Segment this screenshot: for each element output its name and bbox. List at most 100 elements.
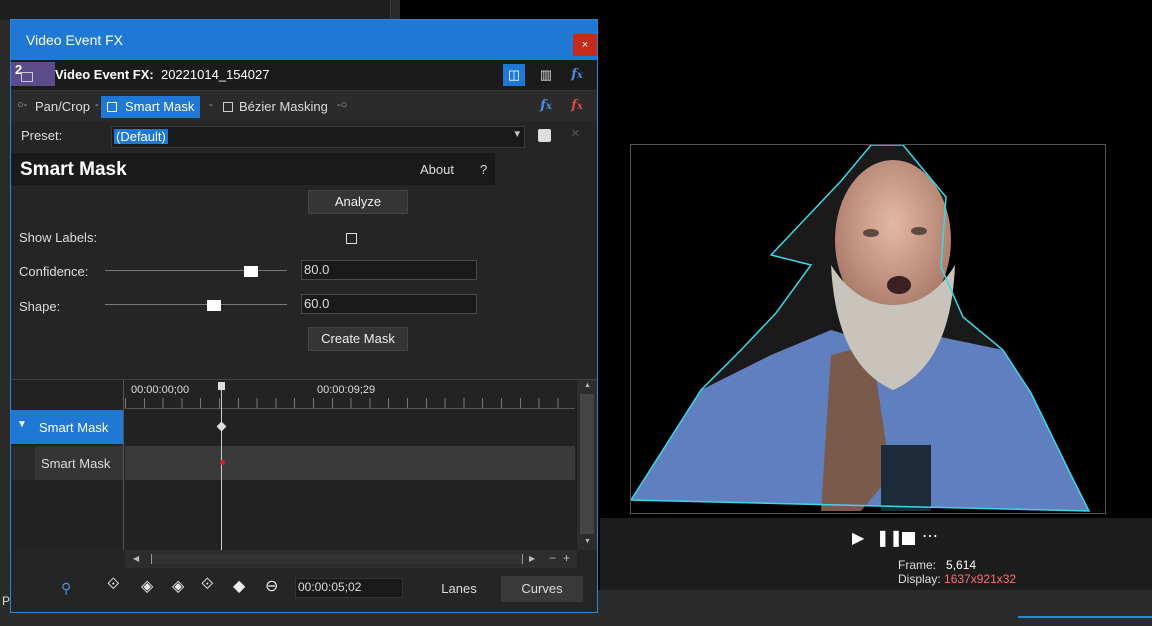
close-button[interactable]: × bbox=[573, 34, 597, 56]
shape-input[interactable]: 60.0 bbox=[301, 294, 477, 314]
track-main-label: Smart Mask bbox=[39, 420, 109, 435]
frame-label: Frame: bbox=[898, 558, 937, 572]
playhead[interactable] bbox=[221, 386, 222, 550]
status-text: P bbox=[2, 594, 11, 608]
track-divider bbox=[123, 380, 124, 550]
pause-icon[interactable]: ❚❚ bbox=[876, 528, 903, 548]
chain-end-icon: -○ bbox=[337, 99, 348, 111]
fx-name: 20221014_154027 bbox=[160, 67, 270, 82]
main-app-toolbar bbox=[0, 0, 391, 20]
plugin-title: Smart Mask bbox=[20, 159, 127, 180]
timecode-value: 00:00:05;02 bbox=[298, 580, 362, 594]
delete-keyframe-icon[interactable]: ⊖ bbox=[265, 576, 278, 596]
create-mask-button[interactable]: Create Mask bbox=[308, 327, 408, 351]
transport-bar: ▶ ❚❚ ⋯ bbox=[600, 518, 1152, 590]
preset-row: Preset: (Default) ▾ × bbox=[11, 123, 597, 151]
confidence-input[interactable]: 80.0 bbox=[301, 260, 477, 280]
dialog-titlebar[interactable]: Video Event FX × bbox=[11, 20, 597, 60]
first-keyframe-icon[interactable]: ⟐ bbox=[107, 576, 120, 594]
preset-select[interactable]: (Default) ▾ bbox=[111, 126, 525, 148]
confidence-slider-thumb[interactable] bbox=[243, 266, 258, 277]
display-value: 1637x921x32 bbox=[944, 572, 1017, 586]
fx-title: Video Event FX: 20221014_154027 bbox=[55, 67, 269, 82]
dialog-title: Video Event FX bbox=[26, 32, 124, 48]
scroll-left-icon[interactable]: ◀ bbox=[133, 554, 139, 563]
columns-view-icon[interactable]: ▥ bbox=[535, 64, 557, 86]
add-fx-icon[interactable]: fx bbox=[566, 64, 588, 86]
collapse-icon[interactable]: ▼ bbox=[17, 419, 27, 430]
dropdown-arrow-icon[interactable]: ▾ bbox=[514, 127, 520, 140]
video-preview bbox=[629, 144, 1106, 514]
show-labels-label: Show Labels: bbox=[19, 230, 98, 245]
plugin-chain-icon[interactable]: fx bbox=[535, 95, 557, 117]
more-icon[interactable]: ⋯ bbox=[922, 526, 938, 546]
play-icon[interactable]: ▶ bbox=[852, 528, 864, 548]
chain-item-bezier-masking[interactable]: Bézier Masking bbox=[215, 96, 334, 118]
plugin-header: Smart Mask About ? bbox=[11, 153, 495, 185]
filmstrip-icon bbox=[21, 72, 33, 82]
track-smart-mask-sub[interactable]: Smart Mask bbox=[35, 446, 123, 480]
masked-person-image bbox=[629, 144, 1091, 512]
frame-info: Frame: 5,614 Display: 1637x921x32 bbox=[898, 558, 1016, 586]
track-indent bbox=[11, 446, 35, 480]
prev-keyframe-icon[interactable]: ◈ bbox=[141, 576, 153, 596]
chain-link-icon: - bbox=[95, 99, 99, 111]
lanes-button[interactable]: Lanes bbox=[429, 576, 489, 602]
help-icon[interactable]: ? bbox=[480, 162, 487, 177]
chain-item-smart-mask-label: Smart Mask bbox=[125, 99, 195, 114]
vertical-scrollbar[interactable]: ▲ ▼ bbox=[577, 380, 597, 550]
scroll-thumb[interactable] bbox=[580, 394, 594, 534]
shape-slider[interactable] bbox=[105, 304, 287, 305]
confidence-slider[interactable] bbox=[105, 270, 287, 271]
fx-chain: ○- Pan/Crop - Smart Mask - Bézier Maskin… bbox=[11, 91, 597, 121]
keyframe-toolbar: ⚲ ⟐ ◈ ◈ ⟐ ◆ ⊖ 00:00:05;02 Lanes Curves bbox=[11, 568, 597, 612]
horizontal-scrollbar[interactable]: ◀ ▶ − + bbox=[125, 550, 577, 568]
event-badge: 2 bbox=[11, 62, 55, 86]
bypass-checkbox-icon[interactable] bbox=[107, 102, 117, 112]
delete-preset-icon[interactable]: × bbox=[571, 125, 580, 142]
hscroll-thumb[interactable] bbox=[151, 554, 523, 564]
next-keyframe-icon[interactable]: ◈ bbox=[172, 576, 184, 596]
video-event-fx-dialog: Video Event FX × 2 Video Event FX: 20221… bbox=[10, 19, 598, 613]
track-sub-label: Smart Mask bbox=[41, 456, 111, 471]
fx-header: 2 Video Event FX: 20221014_154027 ◫ ▥ fx bbox=[11, 60, 597, 91]
frame-value: 5,614 bbox=[946, 558, 977, 572]
keyframe-marker-sub[interactable] bbox=[220, 460, 225, 465]
keyframe-row[interactable] bbox=[125, 446, 575, 480]
remove-fx-icon[interactable]: fx bbox=[566, 95, 588, 117]
preset-label: Preset: bbox=[21, 128, 63, 143]
bypass-checkbox-icon[interactable] bbox=[223, 102, 233, 112]
shape-slider-thumb[interactable] bbox=[207, 300, 222, 311]
display-label: Display: bbox=[898, 572, 941, 586]
keyframe-marker[interactable] bbox=[216, 421, 227, 432]
playhead-handle-icon[interactable] bbox=[218, 382, 225, 390]
add-keyframe-icon[interactable]: ◆ bbox=[233, 576, 245, 596]
shape-label: Shape: bbox=[19, 299, 61, 314]
keyframe-controller: 00:00:00;00 00:00:09;29 ▼ Smart Mask Sma… bbox=[11, 379, 597, 568]
chain-item-pan-crop[interactable]: Pan/Crop bbox=[29, 96, 96, 118]
show-labels-checkbox[interactable] bbox=[346, 233, 357, 244]
chain-link-icon: - bbox=[209, 99, 213, 111]
chain-item-bezier-masking-label: Bézier Masking bbox=[239, 99, 328, 114]
scroll-indicator[interactable] bbox=[1018, 616, 1152, 618]
ruler-ticks bbox=[125, 398, 575, 408]
timeline-ruler[interactable]: 00:00:00;00 00:00:09;29 bbox=[125, 380, 575, 409]
chain-item-smart-mask[interactable]: Smart Mask bbox=[101, 96, 201, 118]
scroll-up-icon[interactable]: ▲ bbox=[584, 382, 591, 389]
curves-button[interactable]: Curves bbox=[501, 576, 583, 602]
ruler-end-time: 00:00:09;29 bbox=[317, 384, 376, 396]
track-smart-mask[interactable]: ▼ Smart Mask bbox=[11, 410, 123, 444]
split-view-icon[interactable]: ◫ bbox=[503, 64, 525, 86]
scroll-down-icon[interactable]: ▼ bbox=[584, 538, 591, 545]
zoom-in-icon[interactable]: + bbox=[563, 551, 570, 565]
fx-label: Video Event FX: bbox=[55, 67, 154, 82]
last-keyframe-icon[interactable]: ⟐ bbox=[201, 576, 214, 594]
scroll-right-icon[interactable]: ▶ bbox=[529, 554, 535, 563]
save-preset-icon[interactable] bbox=[538, 129, 551, 142]
stop-icon[interactable] bbox=[902, 532, 915, 545]
analyze-button[interactable]: Analyze bbox=[308, 190, 408, 214]
about-link[interactable]: About bbox=[420, 162, 454, 177]
timecode-field[interactable]: 00:00:05;02 bbox=[295, 578, 403, 598]
sync-cursor-icon[interactable]: ⚲ bbox=[61, 580, 71, 597]
zoom-out-icon[interactable]: − bbox=[549, 551, 556, 565]
